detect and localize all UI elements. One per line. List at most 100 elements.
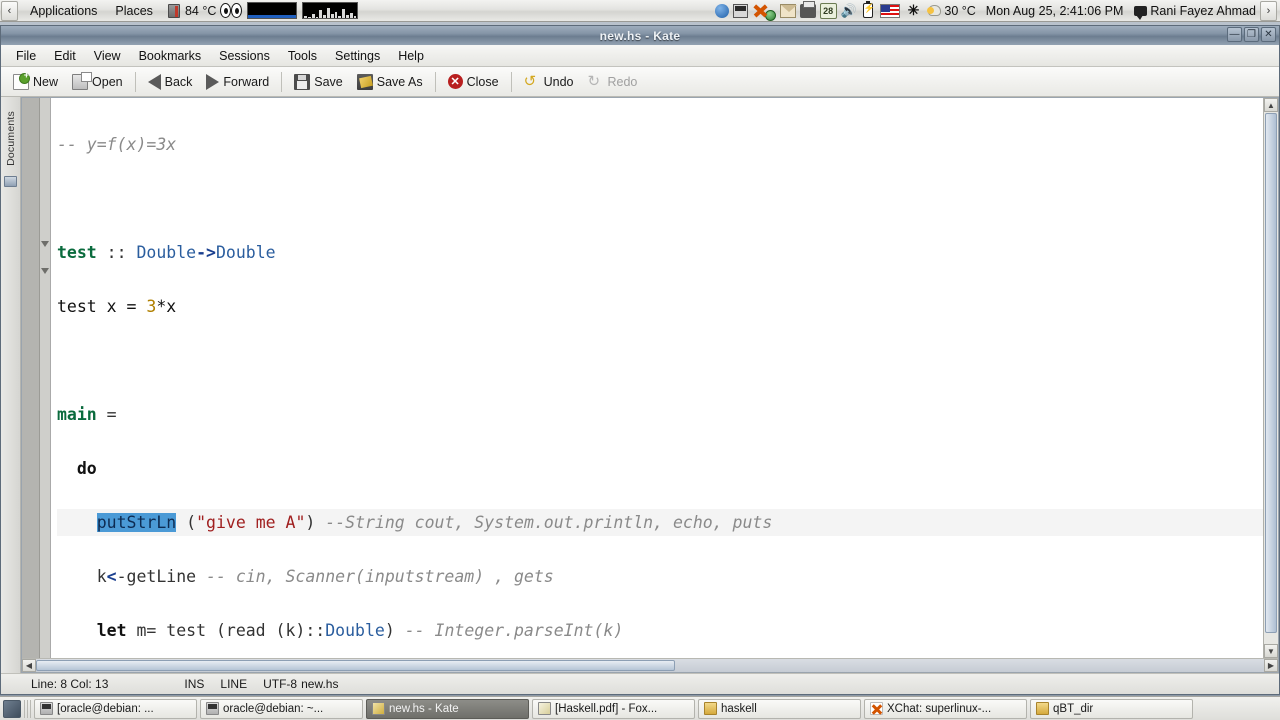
folding-border[interactable] <box>40 98 51 658</box>
globe-icon[interactable] <box>714 3 729 18</box>
taskbar-item-kate[interactable]: new.hs - Kate <box>366 698 529 719</box>
close-document-button[interactable]: ✕ Close <box>441 72 506 91</box>
taskbar-item-label: [Haskell.pdf] - Fox... <box>555 702 658 715</box>
eyes-applet-icon[interactable] <box>220 3 243 18</box>
taskbar-item-pdf[interactable]: [Haskell.pdf] - Fox... <box>532 698 695 719</box>
new-button[interactable]: New <box>6 70 65 92</box>
taskbar-item-terminal-2[interactable]: oracle@debian: ~... <box>200 698 363 719</box>
horizontal-scrollbar-thumb[interactable] <box>36 660 675 671</box>
menu-settings[interactable]: Settings <box>326 47 389 65</box>
close-button[interactable]: ✕ <box>1261 27 1276 42</box>
eye-left-icon <box>220 3 232 18</box>
taskbar-item-label: oracle@debian: ~... <box>223 702 324 715</box>
scroll-right-button[interactable]: ▶ <box>1264 659 1278 672</box>
toolbar-separator <box>510 71 512 92</box>
undo-button-label: Undo <box>543 74 574 89</box>
battery-icon[interactable] <box>862 1 875 18</box>
applications-menu[interactable]: Applications <box>21 4 106 18</box>
flag-icon[interactable] <box>879 3 900 18</box>
save-icon <box>294 73 311 90</box>
printer-icon[interactable] <box>799 0 816 18</box>
taskbar-item-qbt-folder[interactable]: qBT_dir <box>1030 698 1193 719</box>
user-menu[interactable]: Rani Fayez Ahmad <box>1147 4 1259 18</box>
undo-button[interactable]: ↺ Undo <box>517 72 581 92</box>
taskbar-item-xchat[interactable]: XChat: superlinux-... <box>864 698 1027 719</box>
selected-text[interactable]: putStrLn <box>96 513 177 532</box>
panel-left-arrow[interactable]: ‹ <box>1 0 18 21</box>
terminal-icon[interactable] <box>732 3 748 18</box>
code-line-6-main: main <box>57 405 97 424</box>
cpu-graph-icon[interactable] <box>302 2 359 19</box>
new-button-label: New <box>33 74 59 89</box>
speaker-icon[interactable]: 🔊 <box>841 3 857 19</box>
fold-marker-main[interactable] <box>41 241 49 247</box>
network-graph-icon[interactable] <box>247 2 298 19</box>
code-line-1: -- y=f(x)=3x <box>57 131 1263 158</box>
panel-right-arrow-glyph: › <box>1266 4 1271 17</box>
back-button-label: Back <box>164 74 193 89</box>
fold-marker-do[interactable] <box>41 268 49 274</box>
code-line-9-comment: -- cin, Scanner(inputstream) , gets <box>206 567 554 586</box>
xchat-icon[interactable] <box>752 3 768 18</box>
save-as-button[interactable]: Save As <box>350 72 430 92</box>
toolbar: New Open Back Forward Save Save As ✕ Clo… <box>1 67 1279 97</box>
insert-mode[interactable]: INS <box>176 677 212 691</box>
clock[interactable]: Mon Aug 25, 2:41:06 PM <box>983 4 1127 18</box>
code-line-8-close: ) <box>305 513 326 532</box>
code-line-3: test :: Double->Double <box>57 239 1263 266</box>
back-button[interactable]: Back <box>141 72 200 92</box>
open-button[interactable]: Open <box>65 71 130 92</box>
maximize-button[interactable]: ❐ <box>1244 27 1259 42</box>
kate-window: new.hs - Kate — ❐ ✕ File Edit View Bookm… <box>0 25 1280 695</box>
code-line-3-op: :: <box>96 243 137 262</box>
code-line-10: let m= test (read (k)::Double) -- Intege… <box>57 617 1263 644</box>
window-titlebar[interactable]: new.hs - Kate — ❐ ✕ <box>1 26 1279 45</box>
show-desktop-button[interactable] <box>3 699 21 718</box>
icon-border[interactable] <box>22 98 40 658</box>
vertical-scrollbar-thumb[interactable] <box>1265 113 1277 633</box>
terminal-icon <box>206 702 219 715</box>
documents-icon <box>4 175 17 187</box>
horizontal-scrollbar-track[interactable] <box>36 659 1264 672</box>
panel-left-arrow-glyph: ‹ <box>7 4 12 17</box>
code-line-9-rest: -getLine <box>116 567 207 586</box>
menu-bookmarks[interactable]: Bookmarks <box>130 47 211 65</box>
menu-help[interactable]: Help <box>389 47 433 65</box>
scroll-up-button[interactable]: ▲ <box>1264 98 1278 112</box>
horizontal-scrollbar[interactable]: ◀ ▶ <box>22 658 1278 672</box>
encoding[interactable]: UTF-8 <box>255 677 299 691</box>
sidebar-tabbar: Documents <box>1 97 21 673</box>
code-editor[interactable]: -- y=f(x)=3x test :: Double->Double test… <box>51 98 1263 658</box>
scroll-left-button[interactable]: ◀ <box>22 659 36 672</box>
save-button[interactable]: Save <box>287 72 350 92</box>
undo-icon: ↺ <box>523 72 537 90</box>
taskbar-item-terminal-1[interactable]: [oracle@debian: ... <box>34 698 197 719</box>
toolbar-separator <box>281 71 283 92</box>
menu-view[interactable]: View <box>85 47 130 65</box>
scroll-down-button[interactable]: ▼ <box>1264 644 1278 658</box>
code-line-5 <box>57 347 1263 374</box>
menu-tools[interactable]: Tools <box>279 47 326 65</box>
chat-icon[interactable] <box>1134 5 1148 20</box>
minimize-button[interactable]: — <box>1227 27 1242 42</box>
hdd-temperature-applet[interactable]: 84 °C <box>167 3 219 18</box>
window-title: new.hs - Kate <box>599 28 681 43</box>
forward-button[interactable]: Forward <box>199 72 276 92</box>
taskbar-item-haskell-folder[interactable]: haskell <box>698 698 861 719</box>
code-line-8-comment: --String cout, System.out.println, echo,… <box>325 513 773 532</box>
taskbar-grip[interactable] <box>24 699 31 718</box>
menu-file[interactable]: File <box>7 47 45 65</box>
bluetooth-icon[interactable]: ✳ <box>908 2 920 19</box>
vertical-scrollbar[interactable]: ▲ ▼ <box>1263 98 1278 658</box>
menu-sessions[interactable]: Sessions <box>210 47 279 65</box>
back-icon <box>147 73 161 90</box>
selection-mode[interactable]: LINE <box>212 677 255 691</box>
panel-right-arrow[interactable]: › <box>1260 0 1277 21</box>
places-menu[interactable]: Places <box>106 4 162 18</box>
weather-temperature: 30 °C <box>944 3 976 18</box>
menu-edit[interactable]: Edit <box>45 47 85 65</box>
taskbar: [oracle@debian: ... oracle@debian: ~... … <box>0 696 1280 720</box>
sidebar-item-documents[interactable]: Documents <box>3 105 19 172</box>
mail-icon[interactable] <box>779 3 797 18</box>
calendar-icon[interactable]: 28 <box>819 2 837 19</box>
